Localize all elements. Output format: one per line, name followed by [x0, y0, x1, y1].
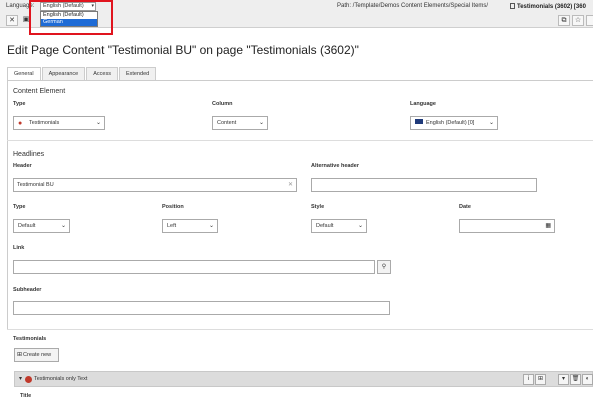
- chevron-down-icon: ⌄: [60, 223, 66, 229]
- headline-type-value: Default: [18, 223, 36, 229]
- page-icon: [510, 3, 515, 9]
- record-type-icon: [25, 376, 32, 383]
- section-headlines: Headlines: [13, 151, 45, 158]
- create-new-label: Create new: [23, 352, 52, 358]
- headline-type-label: Type: [13, 204, 26, 210]
- type-select-value: Testimonials: [29, 120, 60, 126]
- clear-icon[interactable]: ✕: [288, 179, 293, 191]
- date-input[interactable]: ▦: [459, 219, 555, 233]
- bookmark-star-icon[interactable]: ☆: [572, 15, 584, 26]
- tab-appearance[interactable]: Appearance: [41, 67, 86, 80]
- style-select[interactable]: Default ⌄: [311, 219, 367, 233]
- more-icon[interactable]: [586, 15, 593, 26]
- language-field-label: Language: [410, 101, 436, 107]
- position-label: Position: [162, 204, 184, 210]
- info-icon[interactable]: i: [523, 374, 534, 385]
- column-label: Column: [212, 101, 233, 107]
- create-new-button[interactable]: ⊞Create new: [14, 348, 59, 362]
- headline-type-select[interactable]: Default ⌄: [13, 219, 70, 233]
- chevron-down-icon: ▾: [19, 376, 23, 382]
- tab-bar: General Appearance Access Extended: [7, 67, 157, 80]
- tab-access[interactable]: Access: [86, 67, 118, 80]
- header-label: Header: [13, 163, 32, 169]
- calendar-icon[interactable]: ▦: [545, 220, 551, 232]
- column-select[interactable]: Content ⌄: [212, 116, 268, 130]
- record-title: Testimonials (3602) [360: [510, 3, 586, 10]
- subheader-label: Subheader: [13, 287, 42, 293]
- testimonial-record-title: Testimonials only Text: [34, 376, 88, 382]
- record-title-text: Testimonials (3602) [360: [517, 4, 586, 10]
- link-input[interactable]: [13, 260, 375, 274]
- style-label: Style: [311, 204, 325, 210]
- alt-header-input[interactable]: [311, 178, 537, 192]
- language-field-value: English (Default) [0]: [426, 120, 475, 126]
- subheader-input[interactable]: [13, 301, 390, 315]
- section-content-element: Content Element: [13, 88, 66, 95]
- add-record-icon: ⊞: [17, 352, 23, 358]
- uk-flag-icon: [415, 119, 423, 124]
- chevron-down-icon: ⌄: [258, 120, 264, 126]
- chevron-down-icon: ⌄: [208, 223, 214, 229]
- chevron-down-icon: ⌄: [488, 120, 494, 126]
- testimonial-record-header[interactable]: ▾ Testimonials only Text i ⊞ ▾ 🗑 ◐: [14, 371, 593, 387]
- move-down-icon[interactable]: ▾: [558, 374, 569, 385]
- testimonials-label: Testimonials: [13, 336, 47, 342]
- position-value: Left: [167, 223, 177, 229]
- type-select[interactable]: ● Testimonials ⌄: [13, 116, 105, 130]
- delete-icon[interactable]: 🗑: [570, 374, 581, 385]
- breadcrumb: Path: /Template/Demos Content Elements/S…: [337, 3, 489, 9]
- page-title: Edit Page Content "Testimonial BU" on pa…: [7, 43, 359, 57]
- new-record-icon[interactable]: ⊞: [535, 374, 546, 385]
- divider: [7, 140, 593, 141]
- record-field-title-label: Title: [20, 393, 32, 399]
- toggle-visibility-icon[interactable]: ◐: [582, 374, 593, 385]
- highlight-box: [29, 0, 113, 35]
- link-browser-icon[interactable]: ⚲: [377, 260, 391, 274]
- type-label: Type: [13, 101, 26, 107]
- user-icon: ●: [18, 120, 23, 127]
- open-new-window-icon[interactable]: ⧉: [558, 15, 570, 26]
- close-button[interactable]: ✕: [6, 15, 18, 26]
- divider: [7, 329, 593, 330]
- date-label: Date: [459, 204, 471, 210]
- alt-header-label: Alternative header: [311, 163, 359, 169]
- position-select[interactable]: Left ⌄: [162, 219, 218, 233]
- language-field-select[interactable]: English (Default) [0] ⌄: [410, 116, 498, 130]
- column-select-value: Content: [217, 120, 237, 126]
- tab-general[interactable]: General: [7, 67, 41, 80]
- link-label: Link: [13, 245, 25, 251]
- style-value: Default: [316, 223, 334, 229]
- header-input[interactable]: Testimonial BU ✕: [13, 178, 297, 192]
- chevron-down-icon: ⌄: [95, 120, 101, 126]
- tab-extended[interactable]: Extended: [118, 67, 157, 80]
- header-input-value: Testimonial BU: [17, 182, 54, 188]
- chevron-down-icon: ⌄: [357, 223, 363, 229]
